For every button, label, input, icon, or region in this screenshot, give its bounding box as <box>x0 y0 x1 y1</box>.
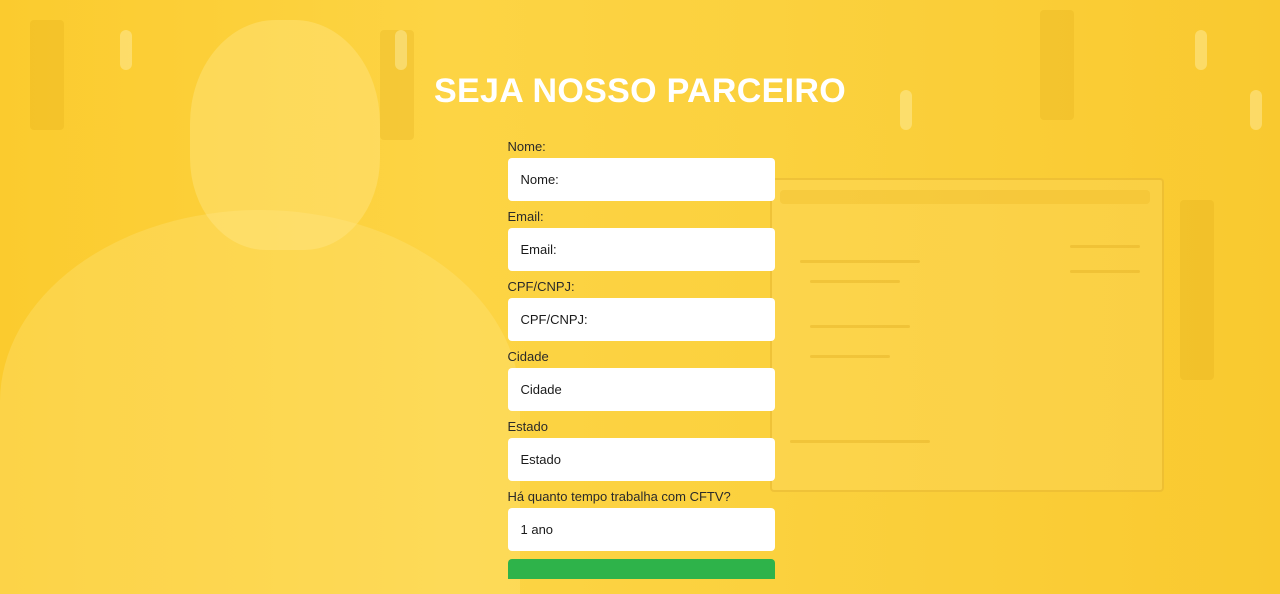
field-tempo-cftv: Há quanto tempo trabalha com CFTV? 1 ano <box>507 489 775 551</box>
field-estado: Estado <box>507 419 775 481</box>
field-cidade: Cidade <box>507 349 775 411</box>
submit-button[interactable] <box>507 559 775 579</box>
estado-label: Estado <box>507 419 548 434</box>
cidade-label: Cidade <box>507 349 549 364</box>
email-label: Email: <box>507 209 544 224</box>
partner-signup-section: SEJA NOSSO PARCEIRO Nome: Email: CPF/CNP… <box>0 0 1280 579</box>
nome-label: Nome: <box>507 139 546 154</box>
field-nome: Nome: <box>507 139 775 201</box>
estado-input[interactable] <box>507 438 775 481</box>
email-input[interactable] <box>507 228 775 271</box>
tempo-cftv-label: Há quanto tempo trabalha com CFTV? <box>507 489 731 504</box>
partner-form: Nome: Email: CPF/CNPJ: Cidade Estado Há … <box>507 139 775 579</box>
cidade-input[interactable] <box>507 368 775 411</box>
cpf-cnpj-input[interactable] <box>507 298 775 341</box>
field-cpf-cnpj: CPF/CNPJ: <box>507 279 775 341</box>
page-title: SEJA NOSSO PARCEIRO <box>434 72 846 110</box>
tempo-cftv-select[interactable]: 1 ano <box>507 508 775 551</box>
nome-input[interactable] <box>507 158 775 201</box>
cpf-cnpj-label: CPF/CNPJ: <box>507 279 575 294</box>
field-email: Email: <box>507 209 775 271</box>
